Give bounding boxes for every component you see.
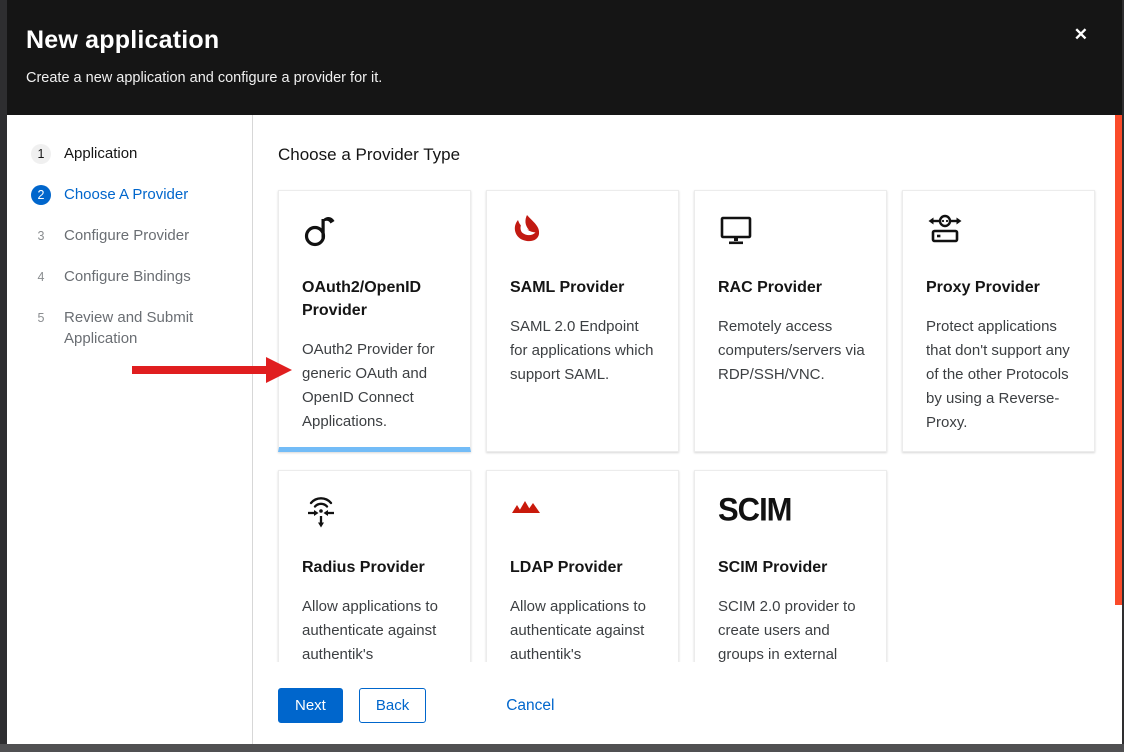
red-scrollbar-thumb[interactable] <box>1115 115 1122 605</box>
rac-monitor-icon <box>718 212 865 252</box>
wizard-step-configure-provider: 3 Configure Provider <box>31 225 252 249</box>
wizard-step-application[interactable]: 1 Application <box>31 143 252 167</box>
back-button[interactable]: Back <box>359 688 426 723</box>
provider-card-scim[interactable]: SCIM SCIM Provider SCIM 2.0 provider to … <box>694 470 887 662</box>
wizard-step-nav: 1 Application 2 Choose A Provider 3 Conf… <box>7 115 253 744</box>
provider-card-proxy[interactable]: Proxy Provider Protect applications that… <box>902 190 1095 452</box>
proxy-icon <box>926 212 1073 252</box>
next-button[interactable]: Next <box>278 688 343 723</box>
step-number-badge: 2 <box>31 185 51 205</box>
card-title: RAC Provider <box>718 276 865 299</box>
step-label: Review and Submit Application <box>64 307 224 349</box>
wizard-step-review-submit: 5 Review and Submit Application <box>31 307 252 349</box>
provider-card-radius[interactable]: Radius Provider Allow applications to au… <box>278 470 471 662</box>
step-number-badge: 5 <box>31 308 51 328</box>
provider-card-grid: OAuth2/OpenID Provider OAuth2 Provider f… <box>278 190 1122 662</box>
provider-card-saml[interactable]: SAML Provider SAML 2.0 Endpoint for appl… <box>486 190 679 452</box>
modal-header: New application Create a new application… <box>7 0 1122 115</box>
card-title: SAML Provider <box>510 276 657 299</box>
openid-icon <box>302 212 449 252</box>
provider-card-rac[interactable]: RAC Provider Remotely access computers/s… <box>694 190 887 452</box>
step-number-badge: 4 <box>31 267 51 287</box>
step-number-badge: 1 <box>31 144 51 164</box>
card-description: Protect applications that don't support … <box>926 315 1073 435</box>
step-label: Choose A Provider <box>64 184 188 205</box>
bottom-edge-strip <box>0 744 1124 752</box>
card-description: OAuth2 Provider for generic OAuth and Op… <box>302 338 449 434</box>
modal-title: New application <box>26 26 1122 55</box>
modal-subtitle: Create a new application and configure a… <box>26 70 1122 86</box>
modal-body: 1 Application 2 Choose A Provider 3 Conf… <box>7 115 1122 744</box>
card-description: Allow applications to authenticate again… <box>302 595 449 662</box>
provider-card-ldap[interactable]: LDAP Provider Allow applications to auth… <box>486 470 679 662</box>
radius-broadcast-icon <box>302 492 449 532</box>
ldap-mountains-icon <box>510 492 657 532</box>
scim-logo: SCIM <box>718 492 865 532</box>
step-number-badge: 3 <box>31 226 51 246</box>
card-title: Proxy Provider <box>926 276 1073 299</box>
step-label: Application <box>64 143 137 164</box>
new-application-modal: New application Create a new application… <box>7 0 1122 744</box>
wizard-step-choose-provider[interactable]: 2 Choose A Provider <box>31 184 252 208</box>
wizard-footer: Next Back Cancel <box>254 662 1122 744</box>
card-description: Remotely access computers/servers via RD… <box>718 315 865 387</box>
card-description: SCIM 2.0 provider to create users and gr… <box>718 595 865 662</box>
provider-card-oauth2-openid[interactable]: OAuth2/OpenID Provider OAuth2 Provider f… <box>278 190 471 452</box>
close-icon[interactable]: ✕ <box>1074 26 1088 43</box>
provider-type-panel: Choose a Provider Type OAuth2/OpenID Pro… <box>254 115 1122 662</box>
card-title: SCIM Provider <box>718 556 865 579</box>
panel-heading: Choose a Provider Type <box>278 144 1122 166</box>
card-title: OAuth2/OpenID Provider <box>302 276 449 322</box>
step-label: Configure Provider <box>64 225 189 246</box>
wizard-step-configure-bindings: 4 Configure Bindings <box>31 266 252 290</box>
card-title: Radius Provider <box>302 556 449 579</box>
saml-icon <box>510 212 657 252</box>
card-title: LDAP Provider <box>510 556 657 579</box>
card-description: Allow applications to authenticate again… <box>510 595 657 662</box>
card-description: SAML 2.0 Endpoint for applications which… <box>510 315 657 387</box>
step-label: Configure Bindings <box>64 266 191 287</box>
cancel-button[interactable]: Cancel <box>490 688 570 723</box>
